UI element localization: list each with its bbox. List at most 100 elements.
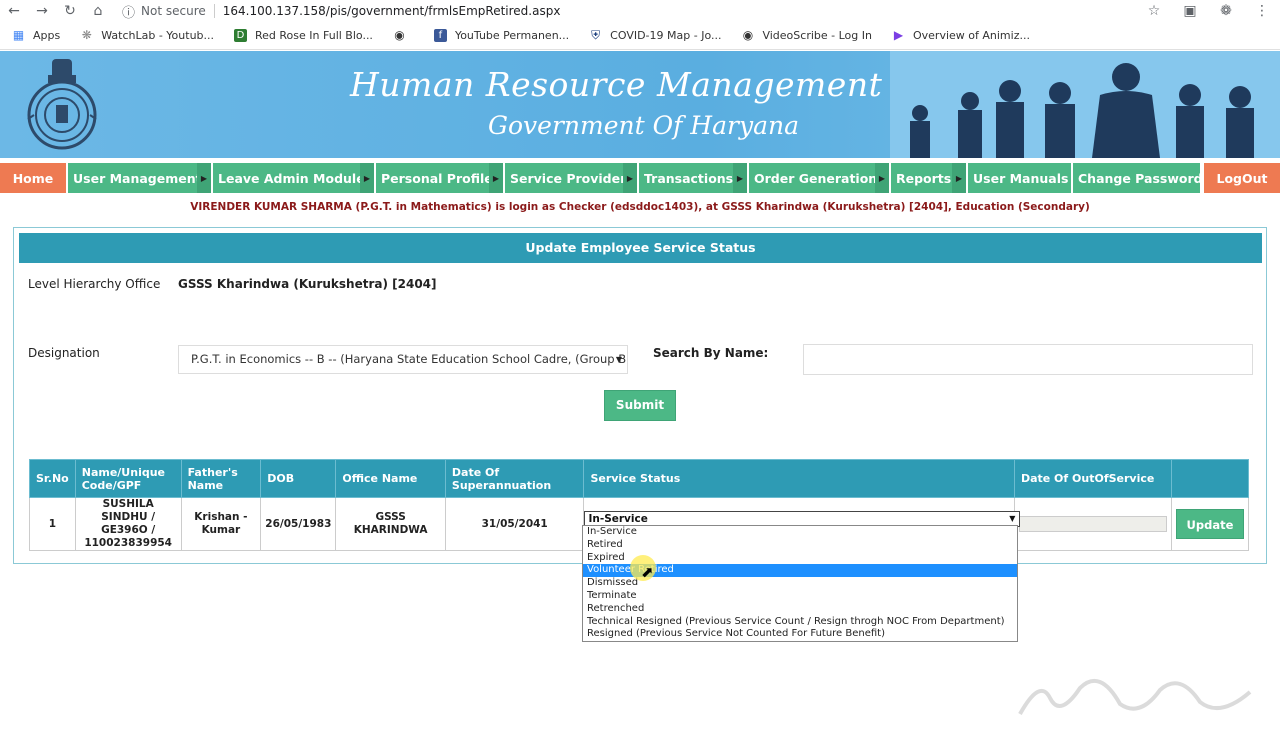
bookmarks-bar: ▦ Apps ❋ WatchLab - Youtub... D Red Rose… — [0, 22, 1280, 50]
menu-leave-admin-module[interactable]: Leave Admin Module ▶ — [213, 163, 374, 193]
bookmark-label: Overview of Animiz... — [912, 29, 1030, 42]
service-status-value: In-Service — [588, 513, 648, 525]
designation-select[interactable]: P.G.T. in Economics -- B -- (Haryana Sta… — [178, 345, 628, 374]
gear-icon: ❋ — [81, 28, 92, 42]
menu-label: Order Generation — [754, 170, 878, 186]
col-name: Name/Unique Code/GPF — [74, 459, 182, 498]
submenu-arrow-icon: ▶ — [623, 163, 637, 193]
extension-icon[interactable]: ▣ — [1172, 3, 1208, 19]
submenu-arrow-icon: ▶ — [733, 163, 747, 193]
menu-logout[interactable]: LogOut — [1204, 163, 1280, 193]
globe-icon: ◉ — [742, 28, 754, 42]
bookmark-youtube-permanent[interactable]: f YouTube Permanen... — [433, 29, 570, 42]
col-superannuation: Date Of Superannuation — [444, 459, 585, 498]
bookmark-redrose[interactable]: D Red Rose In Full Blo... — [234, 29, 373, 42]
col-father-name: Father's Name — [180, 459, 262, 498]
menu-transactions[interactable]: Transactions ▶ — [639, 163, 747, 193]
reload-icon[interactable]: ↻ — [56, 3, 84, 19]
caret-down-icon: ▼ — [1009, 514, 1016, 523]
shield-icon: ⛨ — [591, 28, 601, 42]
haryana-emblem-icon — [27, 59, 97, 150]
submenu-arrow-icon: ▶ — [952, 163, 966, 193]
cell-date-out-of-service — [1013, 497, 1172, 551]
info-icon[interactable]: ⓘ — [122, 2, 135, 21]
option-in-service[interactable]: In-Service — [583, 526, 1017, 539]
level-hierarchy-value: GSSS Kharindwa (Kurukshetra) [2404] — [178, 277, 437, 291]
bookmark-label: YouTube Permanen... — [454, 29, 570, 42]
date-out-of-service-input[interactable] — [1018, 516, 1167, 532]
menu-label: Leave Admin Module — [218, 170, 365, 186]
update-status-panel: Update Employee Service Status Level Hie… — [13, 227, 1267, 564]
col-action — [1170, 459, 1250, 498]
menu-label: Change Password — [1078, 170, 1203, 186]
bookmark-watchlab[interactable]: ❋ WatchLab - Youtub... — [80, 28, 215, 43]
menu-service-provider[interactable]: Service Provider ▶ — [505, 163, 637, 193]
cell-superannuation: 31/05/2041 — [444, 497, 585, 551]
col-office-name: Office Name — [335, 459, 446, 498]
star-icon[interactable]: ☆ — [1136, 3, 1172, 19]
mouse-pointer-icon: ⬈ — [641, 563, 654, 581]
submenu-arrow-icon: ▶ — [875, 163, 889, 193]
submenu-arrow-icon: ▶ — [489, 163, 503, 193]
bookmark-animiz[interactable]: ▶ Overview of Animiz... — [892, 29, 1030, 43]
apps-grid-icon: ▦ — [12, 28, 25, 42]
back-icon[interactable]: ← — [0, 3, 28, 19]
security-label: Not secure — [141, 4, 206, 18]
business-people-illustration — [890, 51, 1280, 158]
update-button[interactable]: Update — [1175, 509, 1244, 539]
d-logo-icon: D — [234, 29, 248, 42]
main-menu: Home User Management ▶ Leave Admin Module… — [0, 163, 1280, 193]
menu-personal-profile[interactable]: Personal Profile ▶ — [376, 163, 503, 193]
home-icon[interactable]: ⌂ — [84, 3, 112, 19]
option-resigned[interactable]: Resigned (Previous Service Not Counted F… — [583, 628, 1017, 641]
level-hierarchy-label: Level Hierarchy Office — [28, 277, 161, 291]
menu-label: Personal Profile — [381, 170, 493, 186]
menu-user-manuals[interactable]: User Manuals — [968, 163, 1071, 193]
bookmark-label: WatchLab - Youtub... — [101, 29, 215, 42]
menu-order-generation[interactable]: Order Generation ▶ — [749, 163, 889, 193]
login-info: VIRENDER KUMAR SHARMA (P.G.T. in Mathema… — [190, 201, 1090, 213]
cell-action: Update — [1170, 497, 1250, 551]
site-banner: Human Resource Management System Governm… — [0, 51, 1280, 158]
designation-label: Designation — [28, 346, 100, 360]
menu-dots-icon[interactable]: ⋮ — [1244, 3, 1280, 19]
menu-label: LogOut — [1216, 170, 1268, 186]
menu-user-management[interactable]: User Management ▶ — [68, 163, 211, 193]
col-service-status: Service Status — [583, 459, 1015, 498]
submenu-arrow-icon: ▶ — [360, 163, 374, 193]
bookmark-globe[interactable]: ◉ — [393, 29, 414, 42]
cell-office-name: GSSS KHARINDWA — [335, 497, 446, 551]
designation-selected-value: P.G.T. in Economics -- B -- (Haryana Sta… — [191, 352, 628, 366]
option-retrenched[interactable]: Retrenched — [583, 603, 1017, 616]
browser-toolbar: ← → ↻ ⌂ ⓘ Not secure 164.100.137.158/pis… — [0, 0, 1280, 22]
menu-label: Transactions — [644, 170, 734, 186]
menu-label: Service Provider — [510, 170, 627, 186]
bookmark-apps[interactable]: ▦ Apps — [12, 28, 60, 43]
bookmark-label: Red Rose In Full Blo... — [255, 29, 373, 42]
option-terminate[interactable]: Terminate — [583, 590, 1017, 603]
banner-subtitle: Government Of Haryana — [488, 111, 799, 140]
bookmark-covid-map[interactable]: ⛨ COVID-19 Map - Jo... — [589, 28, 721, 43]
caret-down-icon: ▼ — [615, 355, 622, 364]
url-text[interactable]: 164.100.137.158/pis/government/frmlsEmpR… — [223, 4, 561, 18]
extension-2-icon[interactable]: ❁ — [1208, 3, 1244, 19]
browser-actions: ☆ ▣ ❁ ⋮ — [1136, 0, 1280, 22]
submenu-arrow-icon: ▶ — [197, 163, 211, 193]
menu-label: Home — [12, 170, 54, 186]
forward-icon[interactable]: → — [28, 3, 56, 19]
bookmark-videoscribe[interactable]: ◉ VideoScribe - Log In — [741, 28, 872, 43]
address-bar[interactable]: ⓘ Not secure 164.100.137.158/pis/governm… — [122, 2, 560, 21]
cell-father-name: Krishan - Kumar — [180, 497, 262, 551]
search-by-name-input[interactable] — [803, 344, 1253, 375]
cell-sr-no: 1 — [29, 497, 76, 551]
menu-home[interactable]: Home — [0, 163, 66, 193]
bookmark-label: VideoScribe - Log In — [762, 29, 872, 42]
option-technical-resigned[interactable]: Technical Resigned (Previous Service Cou… — [583, 616, 1017, 629]
watermark-logo — [1010, 668, 1260, 731]
option-retired[interactable]: Retired — [583, 539, 1017, 552]
menu-label: User Manuals — [973, 170, 1069, 186]
menu-reports[interactable]: Reports ▶ — [891, 163, 966, 193]
menu-change-password[interactable]: Change Password — [1073, 163, 1203, 193]
menu-label: User Management — [73, 170, 202, 186]
submit-button[interactable]: Submit — [604, 390, 676, 421]
